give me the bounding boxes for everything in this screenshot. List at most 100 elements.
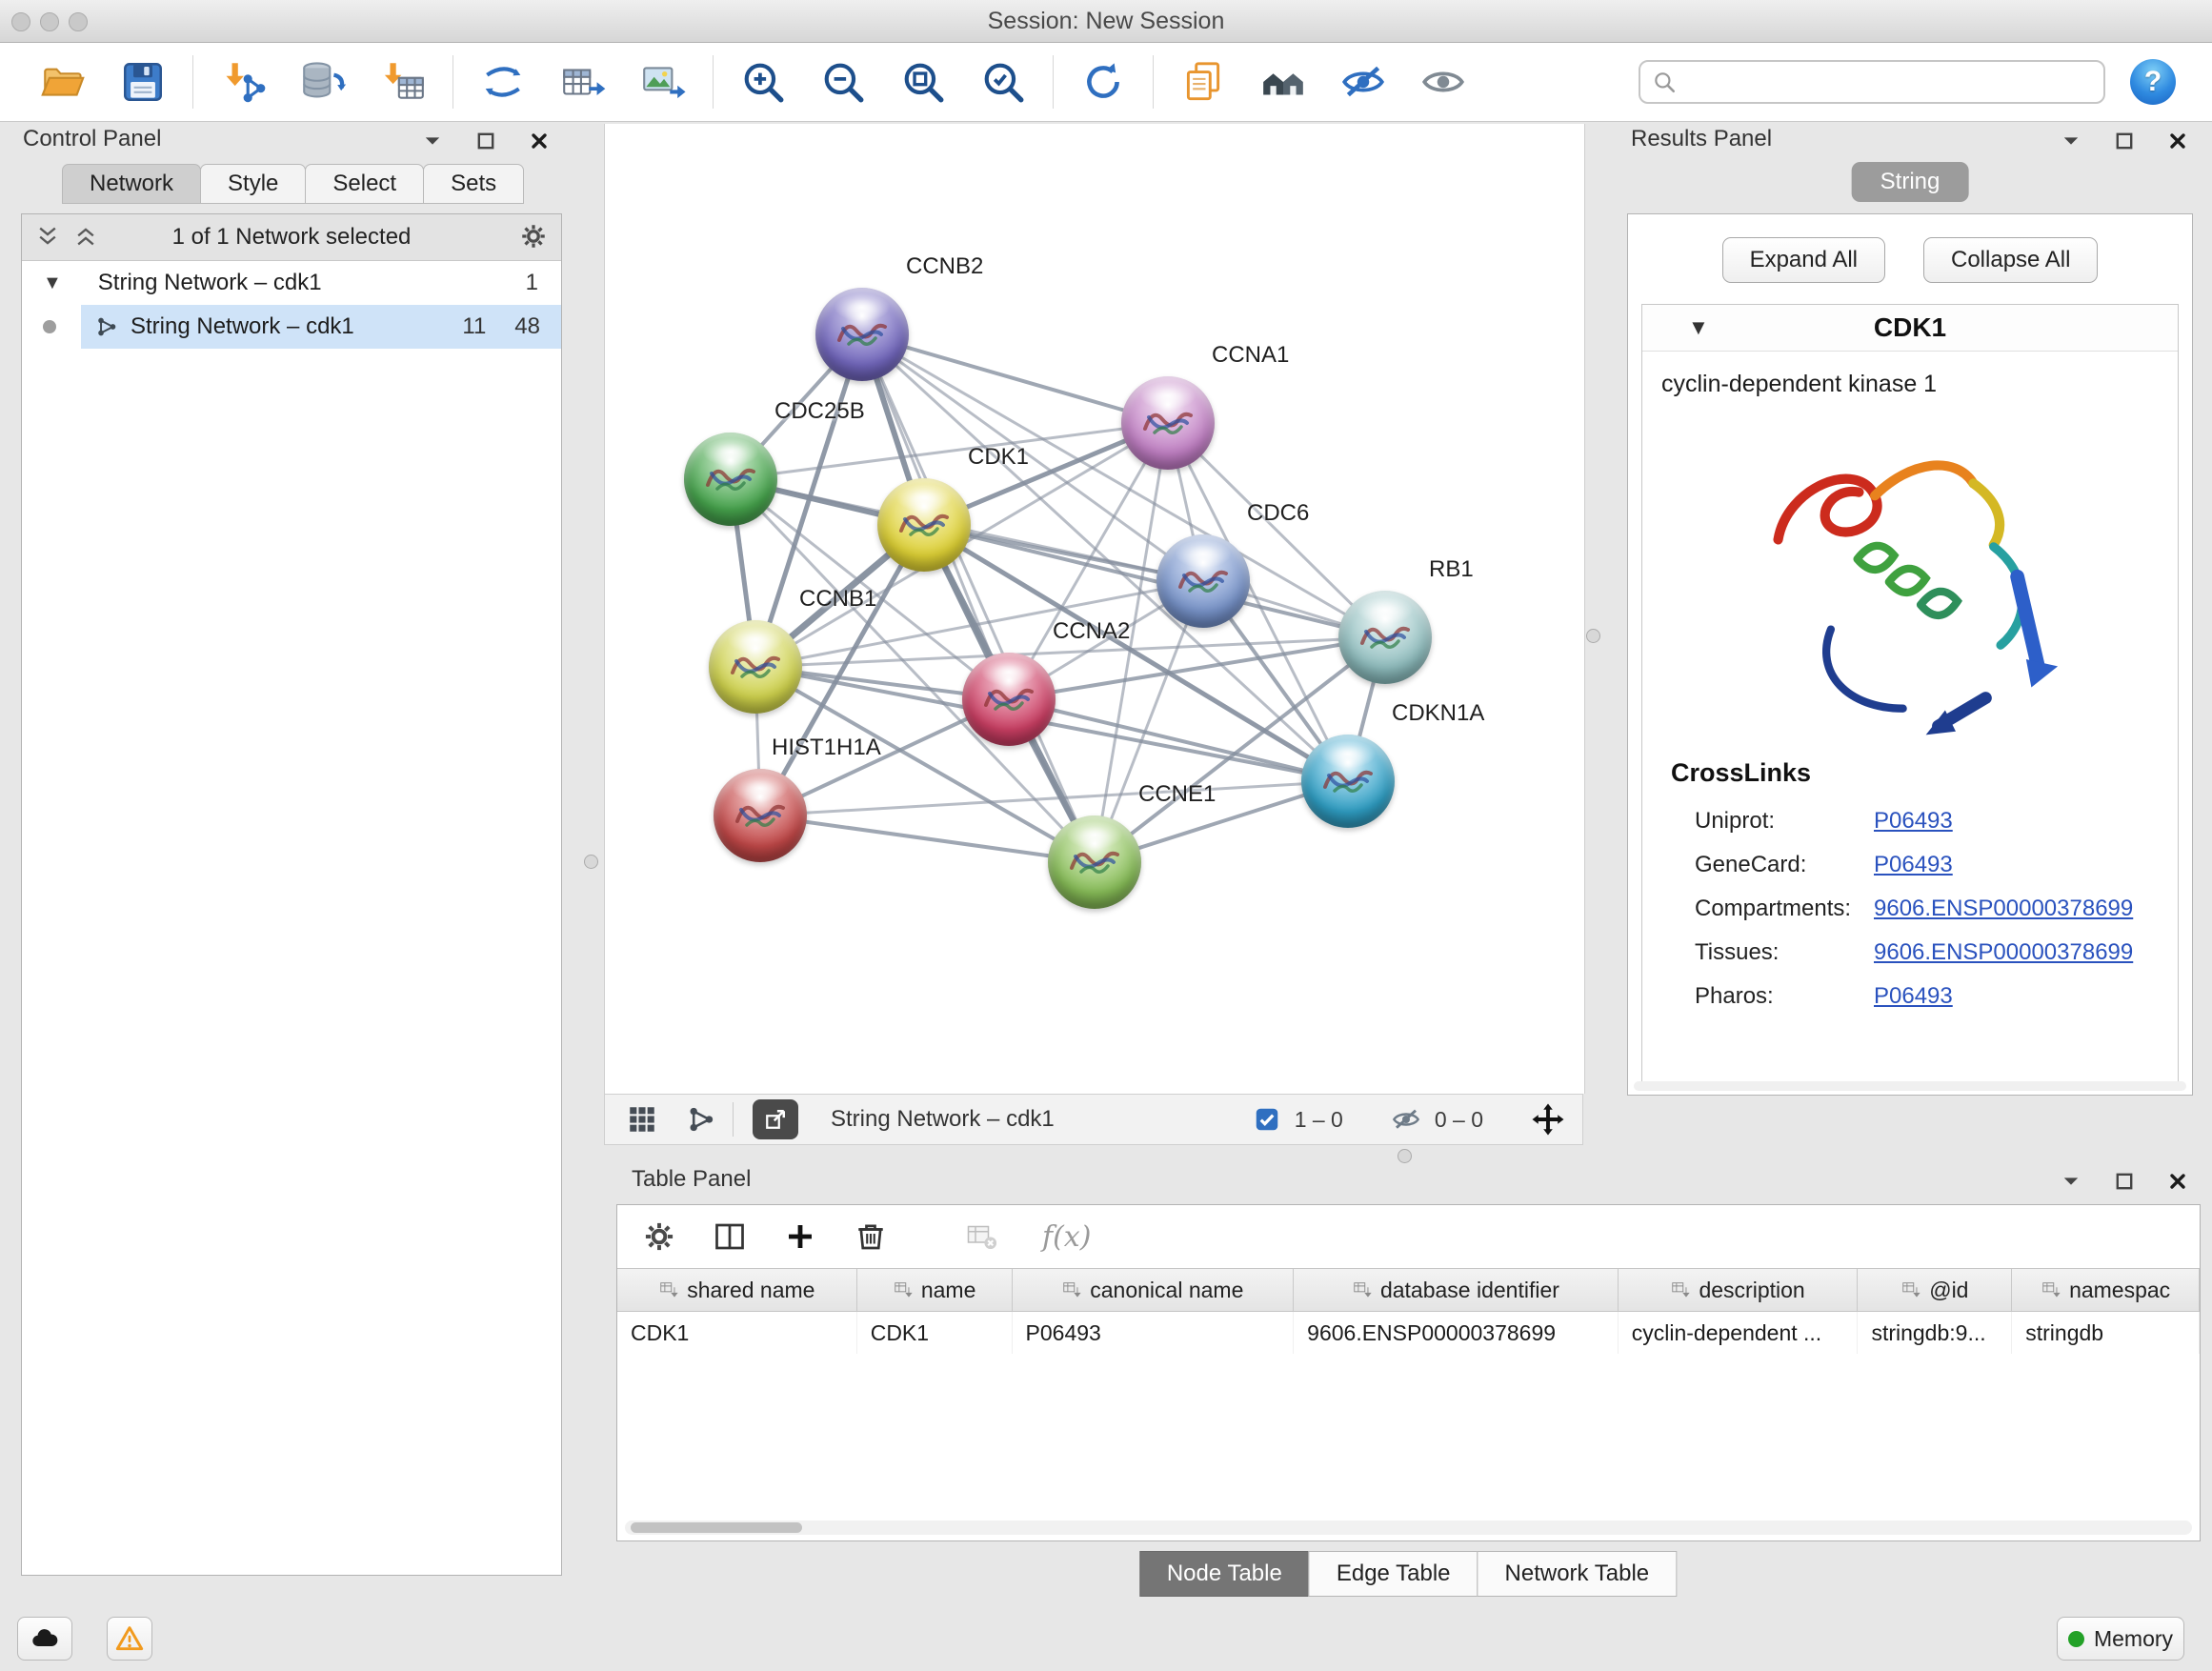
open-in-new-window-button[interactable] (753, 1099, 798, 1139)
birdseye-grid-icon[interactable] (626, 1103, 658, 1136)
control-panel-tab-network[interactable]: Network (62, 164, 201, 204)
open-session-button[interactable] (23, 50, 103, 114)
network-node-CCNE1[interactable] (1048, 815, 1141, 909)
results-scrollbar[interactable] (1634, 1081, 2186, 1091)
table-row[interactable]: CDK1CDK1P064939606.ENSP00000378699cyclin… (617, 1312, 2200, 1354)
column-header-database-identifier[interactable]: database identifier (1294, 1269, 1619, 1311)
import-network-file-button[interactable] (203, 50, 283, 114)
node-details-header[interactable]: ▼ CDK1 (1642, 305, 2178, 352)
expand-all-button[interactable]: Expand All (1722, 237, 1885, 283)
network-node-CDKN1A[interactable] (1301, 735, 1395, 828)
column-header-description[interactable]: description (1619, 1269, 1859, 1311)
network-node-CDK1[interactable] (877, 478, 971, 572)
network-node-CCNA2[interactable] (962, 653, 1056, 746)
network-view-canvas[interactable]: CCNB2CCNA1CDC25BCDK1CDC6RB1CCNB1CCNA2CDK… (604, 124, 1585, 1094)
pan-crosshair-icon[interactable] (1531, 1102, 1565, 1137)
crosslink-link[interactable]: P06493 (1874, 808, 1953, 834)
crosslink-link[interactable]: 9606.ENSP00000378699 (1874, 939, 2133, 965)
tab-node-table[interactable]: Node Table (1139, 1551, 1310, 1597)
import-table-button[interactable] (363, 50, 443, 114)
collapse-all-button[interactable]: Collapse All (1923, 237, 2098, 283)
copy-documents-button[interactable] (1163, 50, 1243, 114)
tree-expand-arrow-icon[interactable]: ▼ (43, 272, 62, 294)
table-cell[interactable]: stringdb (2012, 1312, 2200, 1354)
float-panel-icon[interactable] (474, 130, 497, 152)
hidden-eye-icon[interactable] (1391, 1104, 1421, 1135)
network-node-CCNB2[interactable] (815, 288, 909, 381)
table-cell[interactable]: CDK1 (617, 1312, 857, 1354)
close-panel-icon[interactable] (2166, 1170, 2189, 1193)
network-row[interactable]: String Network – cdk1 11 48 (22, 305, 561, 349)
show-columns-icon[interactable] (713, 1219, 747, 1254)
tab-string[interactable]: String (1852, 162, 1969, 202)
table-cell[interactable]: cyclin-dependent ... (1619, 1312, 1859, 1354)
hide-selected-button[interactable] (1323, 50, 1403, 114)
selected-checkbox-icon[interactable] (1253, 1105, 1281, 1134)
network-node-CDC25B[interactable] (684, 433, 777, 526)
network-edge-CCNB2-CCNE1[interactable] (862, 334, 1095, 862)
table-settings-gear-icon[interactable] (642, 1219, 676, 1254)
add-row-plus-icon[interactable] (783, 1219, 817, 1254)
float-panel-icon[interactable] (2113, 130, 2136, 152)
collapse-all-tree-icon[interactable] (35, 224, 60, 249)
network-row-selection[interactable]: String Network – cdk1 11 48 (81, 305, 561, 349)
export-table-button[interactable] (543, 50, 623, 114)
collapse-panel-icon[interactable] (2060, 1170, 2082, 1193)
zoom-selected-button[interactable] (963, 50, 1043, 114)
zoom-in-button[interactable] (723, 50, 803, 114)
network-node-CCNA1[interactable] (1121, 376, 1215, 470)
search-input[interactable] (1686, 69, 2092, 96)
gear-icon[interactable] (519, 222, 548, 251)
zoom-out-button[interactable] (803, 50, 883, 114)
section-collapse-icon[interactable]: ▼ (1688, 315, 1709, 340)
network-collection-row[interactable]: ▼ String Network – cdk1 1 (22, 261, 561, 305)
crosslink-link[interactable]: 9606.ENSP00000378699 (1874, 896, 2133, 921)
crosslink-link[interactable]: P06493 (1874, 983, 1953, 1009)
warnings-button[interactable] (107, 1617, 152, 1661)
table-cell[interactable]: P06493 (1013, 1312, 1295, 1354)
column-header-namespac[interactable]: namespac (2012, 1269, 2200, 1311)
collapse-panel-icon[interactable] (421, 130, 444, 152)
column-header-name[interactable]: name (857, 1269, 1013, 1311)
control-panel-tab-sets[interactable]: Sets (423, 164, 524, 204)
network-node-CCNB1[interactable] (709, 620, 802, 714)
column-header-canonical-name[interactable]: canonical name (1013, 1269, 1295, 1311)
close-panel-icon[interactable] (2166, 130, 2189, 152)
tab-edge-table[interactable]: Edge Table (1309, 1551, 1478, 1597)
network-node-RB1[interactable] (1338, 591, 1432, 684)
right-splitter-handle[interactable] (1586, 629, 1600, 643)
help-button[interactable]: ? (2130, 59, 2176, 105)
bottom-splitter-handle[interactable] (1398, 1149, 1412, 1163)
column-header--id[interactable]: @id (1858, 1269, 2012, 1311)
export-image-button[interactable] (623, 50, 703, 114)
collapse-panel-icon[interactable] (2060, 130, 2082, 152)
zoom-fit-button[interactable] (883, 50, 963, 114)
control-panel-tab-select[interactable]: Select (305, 164, 424, 204)
table-cell[interactable]: stringdb:9... (1858, 1312, 2012, 1354)
close-panel-icon[interactable] (528, 130, 551, 152)
function-builder-button[interactable]: f(x) (1042, 1220, 1091, 1254)
column-header-shared-name[interactable]: shared name (617, 1269, 857, 1311)
show-all-button[interactable] (1403, 50, 1483, 114)
network-share-icon[interactable] (685, 1103, 717, 1136)
crosslink-link[interactable]: P06493 (1874, 852, 1953, 877)
houses-button[interactable] (1243, 50, 1323, 114)
network-node-HIST1H1A[interactable] (714, 769, 807, 862)
cloud-button[interactable] (17, 1617, 72, 1661)
left-splitter-handle[interactable] (584, 855, 598, 869)
table-hscroll-thumb[interactable] (631, 1522, 802, 1533)
memory-button[interactable]: Memory (2057, 1617, 2184, 1661)
control-panel-tab-style[interactable]: Style (200, 164, 306, 204)
refresh-button[interactable] (1063, 50, 1143, 114)
save-session-button[interactable] (103, 50, 183, 114)
import-network-database-button[interactable] (283, 50, 363, 114)
network-edge-HIST1H1A-CCNE1[interactable] (760, 815, 1095, 862)
delete-trash-icon[interactable] (854, 1219, 888, 1254)
float-panel-icon[interactable] (2113, 1170, 2136, 1193)
table-cell[interactable]: CDK1 (857, 1312, 1013, 1354)
merge-arrows-button[interactable] (463, 50, 543, 114)
table-cell[interactable]: 9606.ENSP00000378699 (1294, 1312, 1619, 1354)
table-hscrollbar[interactable] (625, 1520, 2192, 1535)
tab-network-table[interactable]: Network Table (1478, 1551, 1678, 1597)
network-node-CDC6[interactable] (1156, 534, 1250, 628)
